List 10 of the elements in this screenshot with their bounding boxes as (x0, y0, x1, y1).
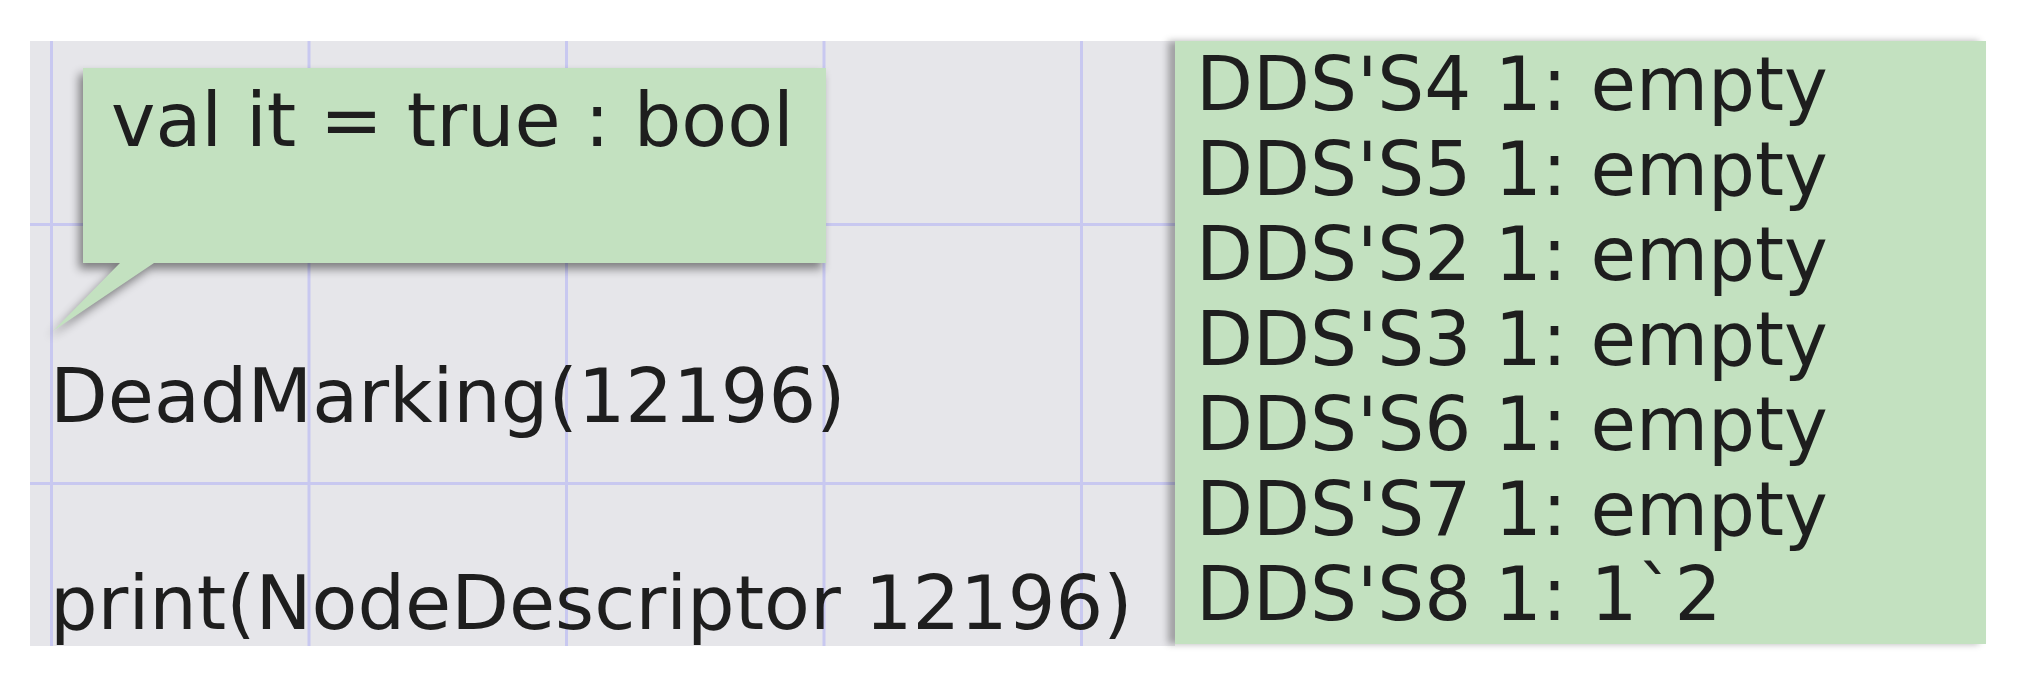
marking-text: DDS'S2 1: empty (1196, 212, 1828, 297)
marking-text: DDS'S8 1: 1`2 (1196, 552, 1722, 637)
marking-text: DDS'S7 1: empty (1196, 467, 1828, 552)
marking-text: DDS'S6 1: empty (1196, 382, 1828, 467)
node-label: print(NodeDescriptor 12196) (50, 561, 1133, 646)
node-label: DeadMarking(12196) (50, 354, 846, 439)
marking-text: DDS'S3 1: empty (1196, 297, 1828, 382)
marking-text: DDS'S5 1: empty (1196, 127, 1828, 212)
marking-text: DDS'S4 1: empty (1196, 42, 1828, 127)
tooltip-text: val it = true : bool (111, 78, 794, 163)
